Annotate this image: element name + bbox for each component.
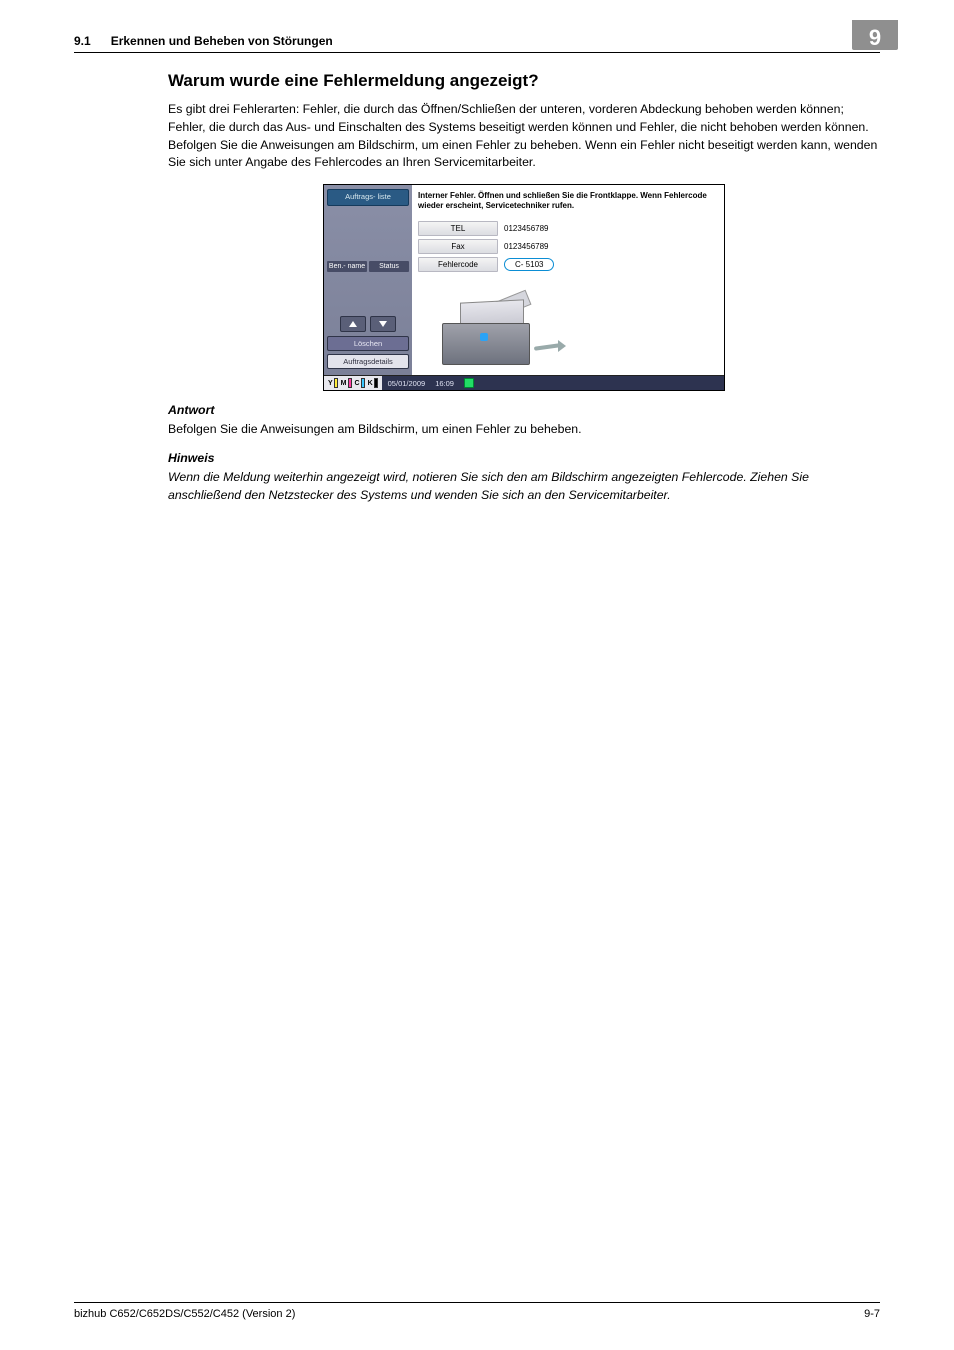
device-screenshot: Auftrags- liste Ben.- name Status Lösche… bbox=[323, 184, 725, 391]
errorcode-label: Fehlercode bbox=[418, 257, 498, 272]
chapter-tab: 9 bbox=[852, 20, 898, 50]
toner-levels: Y M C K bbox=[324, 376, 382, 390]
memory-icon bbox=[464, 378, 474, 388]
answer-heading: Antwort bbox=[168, 403, 880, 417]
footer-left: bizhub C652/C652DS/C552/C452 (Version 2) bbox=[74, 1308, 295, 1320]
tel-label: TEL bbox=[418, 221, 498, 236]
header-divider bbox=[74, 52, 880, 53]
device-bottombar: Y M C K 05/01/2009 16:09 bbox=[324, 375, 724, 390]
toner-k-label: K bbox=[368, 380, 373, 387]
toner-y-label: Y bbox=[328, 380, 333, 387]
errorcode-value: C- 5103 bbox=[504, 258, 554, 271]
delete-button[interactable]: Löschen bbox=[327, 336, 409, 351]
page-heading: Warum wurde eine Fehlermeldung angezeigt… bbox=[168, 71, 880, 91]
toner-m-label: M bbox=[341, 380, 347, 387]
device-main: Interner Fehler. Öffnen und schließen Si… bbox=[412, 185, 724, 375]
date: 05/01/2009 bbox=[388, 379, 426, 388]
fax-value: 0123456789 bbox=[504, 242, 549, 251]
note-text: Wenn die Meldung weiterhin angezeigt wir… bbox=[168, 469, 880, 505]
device-sidebar: Auftrags- liste Ben.- name Status Lösche… bbox=[324, 185, 412, 375]
error-message: Interner Fehler. Öffnen und schließen Si… bbox=[418, 191, 718, 211]
tel-value: 0123456789 bbox=[504, 224, 549, 233]
section-number: 9.1 bbox=[74, 34, 91, 48]
toner-c-label: C bbox=[355, 380, 360, 387]
column-status: Status bbox=[369, 261, 409, 272]
jobdetails-button[interactable]: Auftragsdetails bbox=[327, 354, 409, 369]
note-heading: Hinweis bbox=[168, 451, 880, 465]
printer-illustration bbox=[418, 275, 718, 371]
section-title: Erkennen und Beheben von Störungen bbox=[111, 34, 333, 48]
time: 16:09 bbox=[435, 379, 454, 388]
intro-paragraph: Es gibt drei Fehlerarten: Fehler, die du… bbox=[168, 101, 880, 172]
footer-right: 9-7 bbox=[864, 1308, 880, 1320]
column-username: Ben.- name bbox=[327, 261, 367, 272]
answer-text: Befolgen Sie die Anweisungen am Bildschi… bbox=[168, 421, 880, 439]
joblist-tab[interactable]: Auftrags- liste bbox=[327, 189, 409, 205]
fax-label: Fax bbox=[418, 239, 498, 254]
arrow-down-icon[interactable] bbox=[370, 316, 396, 332]
arrow-up-icon[interactable] bbox=[340, 316, 366, 332]
